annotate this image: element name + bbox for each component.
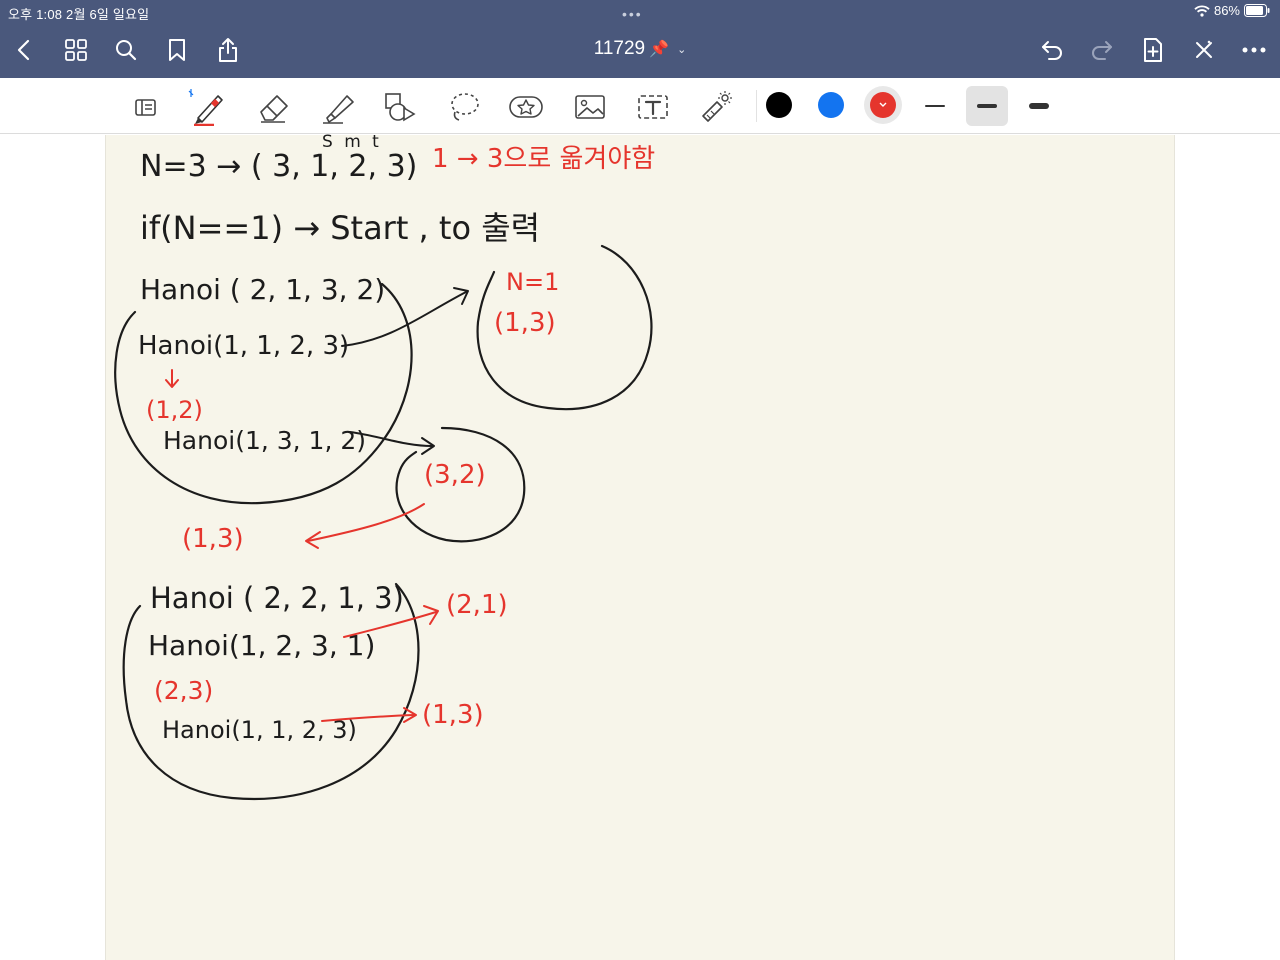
hanoi-call-1312: Hanoi(1, 3, 1, 2) [163, 426, 367, 455]
grid-icon[interactable] [60, 34, 92, 66]
text-icon[interactable] [633, 88, 673, 126]
stroke-thin[interactable] [914, 86, 956, 126]
stroke-medium[interactable] [966, 86, 1008, 126]
multitask-dots[interactable]: ••• [622, 6, 643, 22]
shapes-icon[interactable] [380, 88, 420, 126]
note-goal-red: 1 → 3으로 옮겨야함 [432, 144, 656, 174]
top-bar: 오후 1:08 2월 6일 일요일 ••• 86% 11729 📌 ⌄ [0, 0, 1280, 78]
circle-n1-label: N=1 [506, 268, 560, 296]
more-icon[interactable] [1238, 34, 1270, 66]
battery-percent: 86% [1213, 3, 1240, 18]
status-indicators: 86% [1194, 3, 1270, 18]
color-red[interactable] [870, 92, 896, 118]
return-move-1-3: (1,3) [182, 524, 244, 554]
note-smt-label: S m t [322, 132, 382, 152]
hanoi-call-1231: Hanoi(1, 2, 3, 1) [148, 629, 376, 662]
circle-move-1-3: (1,3) [494, 308, 556, 338]
back-icon[interactable] [8, 34, 40, 66]
pin-icon: 📌 [649, 41, 670, 58]
goodnotes-app: 오후 1:08 2월 6일 일요일 ••• 86% 11729 📌 ⌄ N=3 … [0, 0, 1280, 960]
stroke-thick[interactable] [1018, 86, 1060, 126]
read-mode-icon[interactable] [126, 88, 166, 126]
wifi-icon [1194, 4, 1210, 17]
bookmark-icon[interactable] [161, 34, 193, 66]
move-1-3-b: (1,3) [422, 700, 484, 730]
eraser-icon[interactable] [254, 88, 294, 126]
move-1-2: (1,2) [146, 396, 203, 424]
hanoi-call-2132: Hanoi ( 2, 1, 3, 2) [140, 273, 386, 306]
image-icon[interactable] [570, 88, 610, 126]
hanoi-call-2213: Hanoi ( 2, 2, 1, 3) [150, 581, 404, 615]
pen-icon[interactable] [188, 88, 228, 126]
move-2-1: (2,1) [446, 590, 508, 620]
move-2-3: (2,3) [154, 676, 214, 705]
tool-bar [0, 78, 1280, 134]
add-page-icon[interactable] [1137, 34, 1169, 66]
chevron-down-icon [879, 102, 887, 107]
status-time-date: 오후 1:08 2월 6일 일요일 [8, 7, 150, 22]
hanoi-call-1123-b: Hanoi(1, 1, 2, 3) [162, 716, 357, 744]
notebook-page[interactable] [105, 135, 1175, 960]
share-icon[interactable] [212, 34, 244, 66]
chevron-down-icon: ⌄ [677, 43, 687, 56]
redo-icon[interactable] [1086, 34, 1118, 66]
highlighter-icon[interactable] [318, 88, 358, 126]
document-title[interactable]: 11729 📌 ⌄ [560, 38, 720, 60]
search-icon[interactable] [110, 34, 142, 66]
laser-pointer-icon[interactable] [696, 88, 736, 126]
undo-icon[interactable] [1036, 34, 1068, 66]
battery-icon [1244, 4, 1270, 17]
color-blue[interactable] [818, 92, 844, 118]
color-black[interactable] [766, 92, 792, 118]
sticker-icon[interactable] [506, 88, 546, 126]
hanoi-call-1123: Hanoi(1, 1, 2, 3) [138, 331, 350, 361]
close-x-icon[interactable] [1188, 34, 1220, 66]
note-line-n3: N=3 → ( 3, 1, 2, 3) [140, 149, 418, 184]
toolbar-divider [756, 90, 757, 122]
circle-move-3-2: (3,2) [424, 460, 486, 490]
document-title-text: 11729 [593, 38, 646, 59]
note-base-case: if(N==1) → Start , to 출력 [140, 209, 541, 247]
lasso-icon[interactable] [444, 88, 484, 126]
